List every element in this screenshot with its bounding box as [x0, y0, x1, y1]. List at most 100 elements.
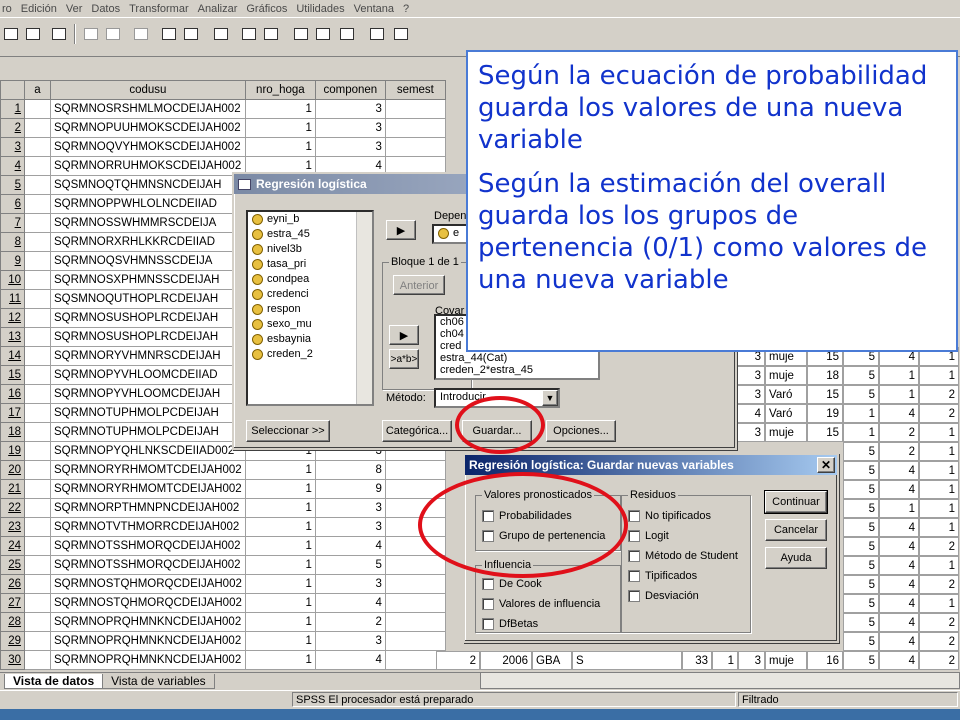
row-number[interactable]: 2 — [0, 118, 25, 138]
data-cell[interactable]: 3 — [314, 631, 386, 651]
categorical-button[interactable]: Categórica... — [382, 420, 452, 442]
variable-list-item[interactable]: credenci — [248, 287, 372, 302]
variable-list[interactable]: eyni_b estra_45 nivel3b tasa_pri condpea cred… — [246, 210, 374, 406]
data-cell[interactable] — [24, 612, 51, 632]
data-cell[interactable]: SQRMNORYRHMOMTCDEIJAH002 — [50, 460, 246, 480]
data-cell[interactable]: SQRMNOTUPHMOLPCDEIJAH — [50, 422, 246, 442]
unstandardized-checkbox[interactable]: No tipificados — [628, 510, 711, 522]
data-cell[interactable]: 5 — [843, 575, 879, 594]
data-cell[interactable]: 1 — [843, 423, 879, 442]
data-cell[interactable]: S — [572, 651, 682, 670]
data-cell[interactable]: 1 — [244, 593, 316, 613]
weight-cases-icon[interactable] — [312, 23, 334, 45]
data-cell[interactable]: 9 — [314, 479, 386, 499]
data-cell[interactable]: 1 — [919, 423, 959, 442]
data-cell[interactable]: 1 — [919, 499, 959, 518]
data-cell[interactable]: 1 — [712, 651, 738, 670]
help-button[interactable]: Ayuda — [765, 547, 827, 569]
data-cell[interactable]: SQRMNOTVTHMORRCDEIJAH002 — [50, 517, 246, 537]
data-cell[interactable] — [24, 479, 51, 499]
value-labels-icon[interactable] — [366, 23, 388, 45]
data-cell[interactable] — [24, 118, 51, 138]
data-cell[interactable]: 2 — [919, 575, 959, 594]
data-cell[interactable]: SQRMNOPPWHLOLNCDEIIAD — [50, 194, 246, 214]
column-header[interactable]: codusu — [50, 80, 246, 100]
print-icon[interactable] — [22, 23, 44, 45]
data-cell[interactable]: 4 — [879, 594, 919, 613]
data-cell[interactable]: 1 — [244, 498, 316, 518]
row-number[interactable]: 13 — [0, 327, 25, 347]
data-cell[interactable]: SQRMNOQVYHMOKSCDEIJAH002 — [50, 137, 246, 157]
data-cell[interactable]: 1 — [244, 99, 316, 119]
data-cell[interactable]: 5 — [843, 499, 879, 518]
row-number[interactable]: 5 — [0, 175, 25, 195]
data-cell[interactable]: SQRMNOSSWHMMRSCDEIJA — [50, 213, 246, 233]
data-cell[interactable]: SQSMNOQTQHMNSNCDEIJAH — [50, 175, 246, 195]
data-cell[interactable]: 1 — [879, 499, 919, 518]
variable-list-item[interactable]: eyni_b — [248, 212, 372, 227]
data-cell[interactable]: 1 — [879, 385, 919, 404]
leverage-checkbox[interactable]: Valores de influencia — [482, 598, 600, 610]
data-cell[interactable] — [384, 612, 446, 632]
data-cell[interactable]: 2 — [436, 651, 480, 670]
save-icon[interactable] — [0, 23, 22, 45]
data-cell[interactable]: SQSMNOQUTHOPLRCDEIJAH — [50, 289, 246, 309]
variable-list-item[interactable]: esbaynia — [248, 332, 372, 347]
data-cell[interactable]: 3 — [314, 517, 386, 537]
data-cell[interactable]: 4 — [879, 575, 919, 594]
use-sets-icon[interactable] — [390, 23, 412, 45]
data-cell[interactable] — [24, 308, 51, 328]
data-cell[interactable]: 16 — [807, 651, 843, 670]
column-header[interactable]: semest — [384, 80, 446, 100]
data-cell[interactable]: SQRMNORPTHMNPNCDEIJAH002 — [50, 498, 246, 518]
row-number[interactable]: 21 — [0, 479, 25, 499]
close-icon[interactable]: ✕ — [817, 457, 835, 473]
data-cell[interactable]: SQRMNOPRQHMNKNCDEIJAH002 — [50, 631, 246, 651]
data-cell[interactable]: 1 — [244, 460, 316, 480]
tab-variable-view[interactable]: Vista de variables — [102, 674, 215, 689]
studentized-checkbox[interactable]: Método de Student — [628, 550, 738, 562]
goto-case-icon[interactable] — [158, 23, 180, 45]
column-header[interactable]: componen — [314, 80, 386, 100]
data-cell[interactable] — [384, 460, 446, 480]
data-cell[interactable] — [24, 213, 51, 233]
data-cell[interactable]: 5 — [843, 613, 879, 632]
data-cell[interactable]: SQRMNORYRHMOMTCDEIJAH002 — [50, 479, 246, 499]
data-cell[interactable]: muje — [765, 651, 807, 670]
row-number[interactable]: 11 — [0, 289, 25, 309]
data-cell[interactable]: 3 — [314, 137, 386, 157]
data-cell[interactable]: 18 — [807, 366, 843, 385]
data-cell[interactable]: SQRMNOSUSHOPLRCDEIJAH — [50, 327, 246, 347]
data-cell[interactable]: 19 — [807, 404, 843, 423]
menu-item[interactable]: Ver — [66, 3, 83, 15]
cancel-button[interactable]: Cancelar — [765, 519, 827, 541]
variable-list-item[interactable]: condpea — [248, 272, 372, 287]
data-cell[interactable]: 5 — [843, 594, 879, 613]
menu-item[interactable]: Datos — [91, 3, 120, 15]
data-cell[interactable]: SQRMNOTSSHMORQCDEIJAH002 — [50, 536, 246, 556]
data-cell[interactable] — [24, 194, 51, 214]
data-cell[interactable]: SQRMNOSUSHOPLRCDEIJAH — [50, 308, 246, 328]
previous-block-button[interactable]: Anterior — [393, 275, 445, 295]
data-cell[interactable]: SQRMNOPYQHLNKSCDEIIAD002 — [50, 441, 246, 461]
data-cell[interactable]: 4 — [879, 651, 919, 670]
data-cell[interactable] — [384, 574, 446, 594]
data-cell[interactable] — [24, 631, 51, 651]
row-number[interactable]: 28 — [0, 612, 25, 632]
variable-list-scrollbar[interactable] — [356, 212, 372, 404]
data-cell[interactable]: 2 — [879, 442, 919, 461]
data-cell[interactable]: 3 — [314, 118, 386, 138]
data-cell[interactable]: SQRMNOSRSHMLMOCDEIJAH002 — [50, 99, 246, 119]
data-cell[interactable]: 33 — [682, 651, 712, 670]
data-cell[interactable] — [24, 460, 51, 480]
data-cell[interactable]: SQRMNOPYVHLOOMCDEIIAD — [50, 365, 246, 385]
row-number[interactable]: 14 — [0, 346, 25, 366]
data-cell[interactable]: SQRMNOPRQHMNKNCDEIJAH002 — [50, 612, 246, 632]
data-cell[interactable] — [384, 593, 446, 613]
data-cell[interactable] — [24, 441, 51, 461]
data-cell[interactable]: 3 — [314, 99, 386, 119]
data-cell[interactable]: SQRMNOSTQHMORQCDEIJAH002 — [50, 574, 246, 594]
data-cell[interactable]: muje — [765, 423, 807, 442]
data-cell[interactable]: 1 — [843, 404, 879, 423]
data-cell[interactable]: 1 — [919, 480, 959, 499]
